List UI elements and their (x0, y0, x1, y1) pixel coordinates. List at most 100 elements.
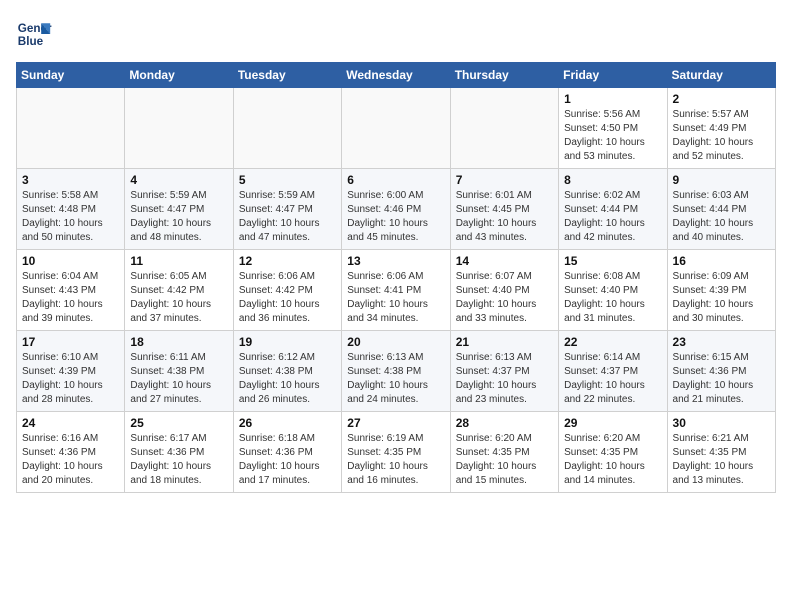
calendar-cell: 8 Sunrise: 6:02 AMSunset: 4:44 PMDaylight… (559, 169, 667, 250)
day-info: Sunrise: 6:06 AMSunset: 4:42 PMDaylight:… (239, 270, 336, 326)
day-info: Sunrise: 6:20 AMSunset: 4:35 PMDaylight:… (564, 432, 661, 488)
day-number: 7 (456, 173, 553, 187)
day-number: 29 (564, 416, 661, 430)
day-info: Sunrise: 5:59 AMSunset: 4:47 PMDaylight:… (130, 189, 227, 245)
calendar-cell: 17 Sunrise: 6:10 AMSunset: 4:39 PMDayligh… (17, 331, 125, 412)
day-info: Sunrise: 5:59 AMSunset: 4:47 PMDaylight:… (239, 189, 336, 245)
day-info: Sunrise: 6:02 AMSunset: 4:44 PMDaylight:… (564, 189, 661, 245)
calendar-cell: 21 Sunrise: 6:13 AMSunset: 4:37 PMDayligh… (450, 331, 558, 412)
calendar-cell: 15Sunrise: 6:08 AMSunset: 4:40 PMDayligh… (559, 250, 667, 331)
calendar-cell: 12 Sunrise: 6:06 AMSunset: 4:42 PMDayligh… (233, 250, 341, 331)
calendar-cell: 22Sunrise: 6:14 AMSunset: 4:37 PMDayligh… (559, 331, 667, 412)
day-number: 26 (239, 416, 336, 430)
day-number: 20 (347, 335, 444, 349)
calendar-cell: 24 Sunrise: 6:16 AMSunset: 4:36 PMDayligh… (17, 412, 125, 493)
calendar-cell: 7 Sunrise: 6:01 AMSunset: 4:45 PMDaylight… (450, 169, 558, 250)
day-info: Sunrise: 6:08 AMSunset: 4:40 PMDaylight:… (564, 270, 661, 326)
day-info: Sunrise: 5:57 AMSunset: 4:49 PMDaylight:… (673, 108, 770, 164)
day-info: Sunrise: 6:01 AMSunset: 4:45 PMDaylight:… (456, 189, 553, 245)
day-number: 17 (22, 335, 119, 349)
day-number: 4 (130, 173, 227, 187)
day-info: Sunrise: 6:06 AMSunset: 4:41 PMDaylight:… (347, 270, 444, 326)
day-number: 25 (130, 416, 227, 430)
day-number: 13 (347, 254, 444, 268)
day-number: 28 (456, 416, 553, 430)
day-info: Sunrise: 6:04 AMSunset: 4:43 PMDaylight:… (22, 270, 119, 326)
weekday-header-row: SundayMondayTuesdayWednesdayThursdayFrid… (17, 63, 776, 88)
calendar-cell (233, 88, 341, 169)
day-number: 12 (239, 254, 336, 268)
day-number: 21 (456, 335, 553, 349)
calendar-table: SundayMondayTuesdayWednesdayThursdayFrid… (16, 62, 776, 493)
week-row-2: 10 Sunrise: 6:04 AMSunset: 4:43 PMDayligh… (17, 250, 776, 331)
day-info: Sunrise: 6:18 AMSunset: 4:36 PMDaylight:… (239, 432, 336, 488)
calendar-cell: 4 Sunrise: 5:59 AMSunset: 4:47 PMDaylight… (125, 169, 233, 250)
weekday-sunday: Sunday (17, 63, 125, 88)
header: General Blue (16, 16, 776, 52)
weekday-wednesday: Wednesday (342, 63, 450, 88)
weekday-saturday: Saturday (667, 63, 775, 88)
day-number: 23 (673, 335, 770, 349)
day-number: 2 (673, 92, 770, 106)
day-info: Sunrise: 6:14 AMSunset: 4:37 PMDaylight:… (564, 351, 661, 407)
day-info: Sunrise: 6:17 AMSunset: 4:36 PMDaylight:… (130, 432, 227, 488)
day-info: Sunrise: 6:16 AMSunset: 4:36 PMDaylight:… (22, 432, 119, 488)
day-number: 30 (673, 416, 770, 430)
week-row-3: 17 Sunrise: 6:10 AMSunset: 4:39 PMDayligh… (17, 331, 776, 412)
svg-text:Blue: Blue (18, 35, 44, 48)
day-info: Sunrise: 6:13 AMSunset: 4:38 PMDaylight:… (347, 351, 444, 407)
calendar-cell: 9 Sunrise: 6:03 AMSunset: 4:44 PMDaylight… (667, 169, 775, 250)
day-info: Sunrise: 6:00 AMSunset: 4:46 PMDaylight:… (347, 189, 444, 245)
logo-icon: General Blue (16, 16, 52, 52)
day-info: Sunrise: 6:20 AMSunset: 4:35 PMDaylight:… (456, 432, 553, 488)
page-container: General Blue SundayMondayTuesdayWednesda… (0, 0, 792, 503)
calendar-cell: 5Sunrise: 5:59 AMSunset: 4:47 PMDaylight… (233, 169, 341, 250)
calendar-cell: 14 Sunrise: 6:07 AMSunset: 4:40 PMDayligh… (450, 250, 558, 331)
day-number: 9 (673, 173, 770, 187)
day-info: Sunrise: 6:10 AMSunset: 4:39 PMDaylight:… (22, 351, 119, 407)
day-info: Sunrise: 6:13 AMSunset: 4:37 PMDaylight:… (456, 351, 553, 407)
day-number: 8 (564, 173, 661, 187)
week-row-1: 3Sunrise: 5:58 AMSunset: 4:48 PMDaylight… (17, 169, 776, 250)
day-number: 19 (239, 335, 336, 349)
day-info: Sunrise: 6:21 AMSunset: 4:35 PMDaylight:… (673, 432, 770, 488)
calendar-cell (342, 88, 450, 169)
day-info: Sunrise: 6:05 AMSunset: 4:42 PMDaylight:… (130, 270, 227, 326)
day-number: 24 (22, 416, 119, 430)
day-number: 10 (22, 254, 119, 268)
day-number: 6 (347, 173, 444, 187)
day-info: Sunrise: 6:15 AMSunset: 4:36 PMDaylight:… (673, 351, 770, 407)
weekday-friday: Friday (559, 63, 667, 88)
day-number: 14 (456, 254, 553, 268)
calendar-cell (125, 88, 233, 169)
day-info: Sunrise: 6:12 AMSunset: 4:38 PMDaylight:… (239, 351, 336, 407)
calendar-cell (450, 88, 558, 169)
weekday-tuesday: Tuesday (233, 63, 341, 88)
calendar-cell: 27 Sunrise: 6:19 AMSunset: 4:35 PMDayligh… (342, 412, 450, 493)
calendar-cell: 26 Sunrise: 6:18 AMSunset: 4:36 PMDayligh… (233, 412, 341, 493)
weekday-thursday: Thursday (450, 63, 558, 88)
calendar-cell: 29 Sunrise: 6:20 AMSunset: 4:35 PMDayligh… (559, 412, 667, 493)
calendar-cell: 1 Sunrise: 5:56 AMSunset: 4:50 PMDaylight… (559, 88, 667, 169)
day-info: Sunrise: 5:56 AMSunset: 4:50 PMDaylight:… (564, 108, 661, 164)
calendar-cell: 2 Sunrise: 5:57 AMSunset: 4:49 PMDaylight… (667, 88, 775, 169)
day-number: 1 (564, 92, 661, 106)
calendar-cell: 30 Sunrise: 6:21 AMSunset: 4:35 PMDayligh… (667, 412, 775, 493)
day-number: 18 (130, 335, 227, 349)
calendar-cell: 28 Sunrise: 6:20 AMSunset: 4:35 PMDayligh… (450, 412, 558, 493)
calendar-cell: 6 Sunrise: 6:00 AMSunset: 4:46 PMDaylight… (342, 169, 450, 250)
day-info: Sunrise: 6:11 AMSunset: 4:38 PMDaylight:… (130, 351, 227, 407)
calendar-cell: 23 Sunrise: 6:15 AMSunset: 4:36 PMDayligh… (667, 331, 775, 412)
day-info: Sunrise: 6:07 AMSunset: 4:40 PMDaylight:… (456, 270, 553, 326)
calendar-cell: 10 Sunrise: 6:04 AMSunset: 4:43 PMDayligh… (17, 250, 125, 331)
calendar-cell: 25 Sunrise: 6:17 AMSunset: 4:36 PMDayligh… (125, 412, 233, 493)
calendar-cell: 19 Sunrise: 6:12 AMSunset: 4:38 PMDayligh… (233, 331, 341, 412)
calendar-cell: 18 Sunrise: 6:11 AMSunset: 4:38 PMDayligh… (125, 331, 233, 412)
day-info: Sunrise: 6:19 AMSunset: 4:35 PMDaylight:… (347, 432, 444, 488)
week-row-4: 24 Sunrise: 6:16 AMSunset: 4:36 PMDayligh… (17, 412, 776, 493)
calendar-cell: 11Sunrise: 6:05 AMSunset: 4:42 PMDayligh… (125, 250, 233, 331)
week-row-0: 1 Sunrise: 5:56 AMSunset: 4:50 PMDaylight… (17, 88, 776, 169)
calendar-cell: 13 Sunrise: 6:06 AMSunset: 4:41 PMDayligh… (342, 250, 450, 331)
day-info: Sunrise: 6:03 AMSunset: 4:44 PMDaylight:… (673, 189, 770, 245)
day-number: 27 (347, 416, 444, 430)
